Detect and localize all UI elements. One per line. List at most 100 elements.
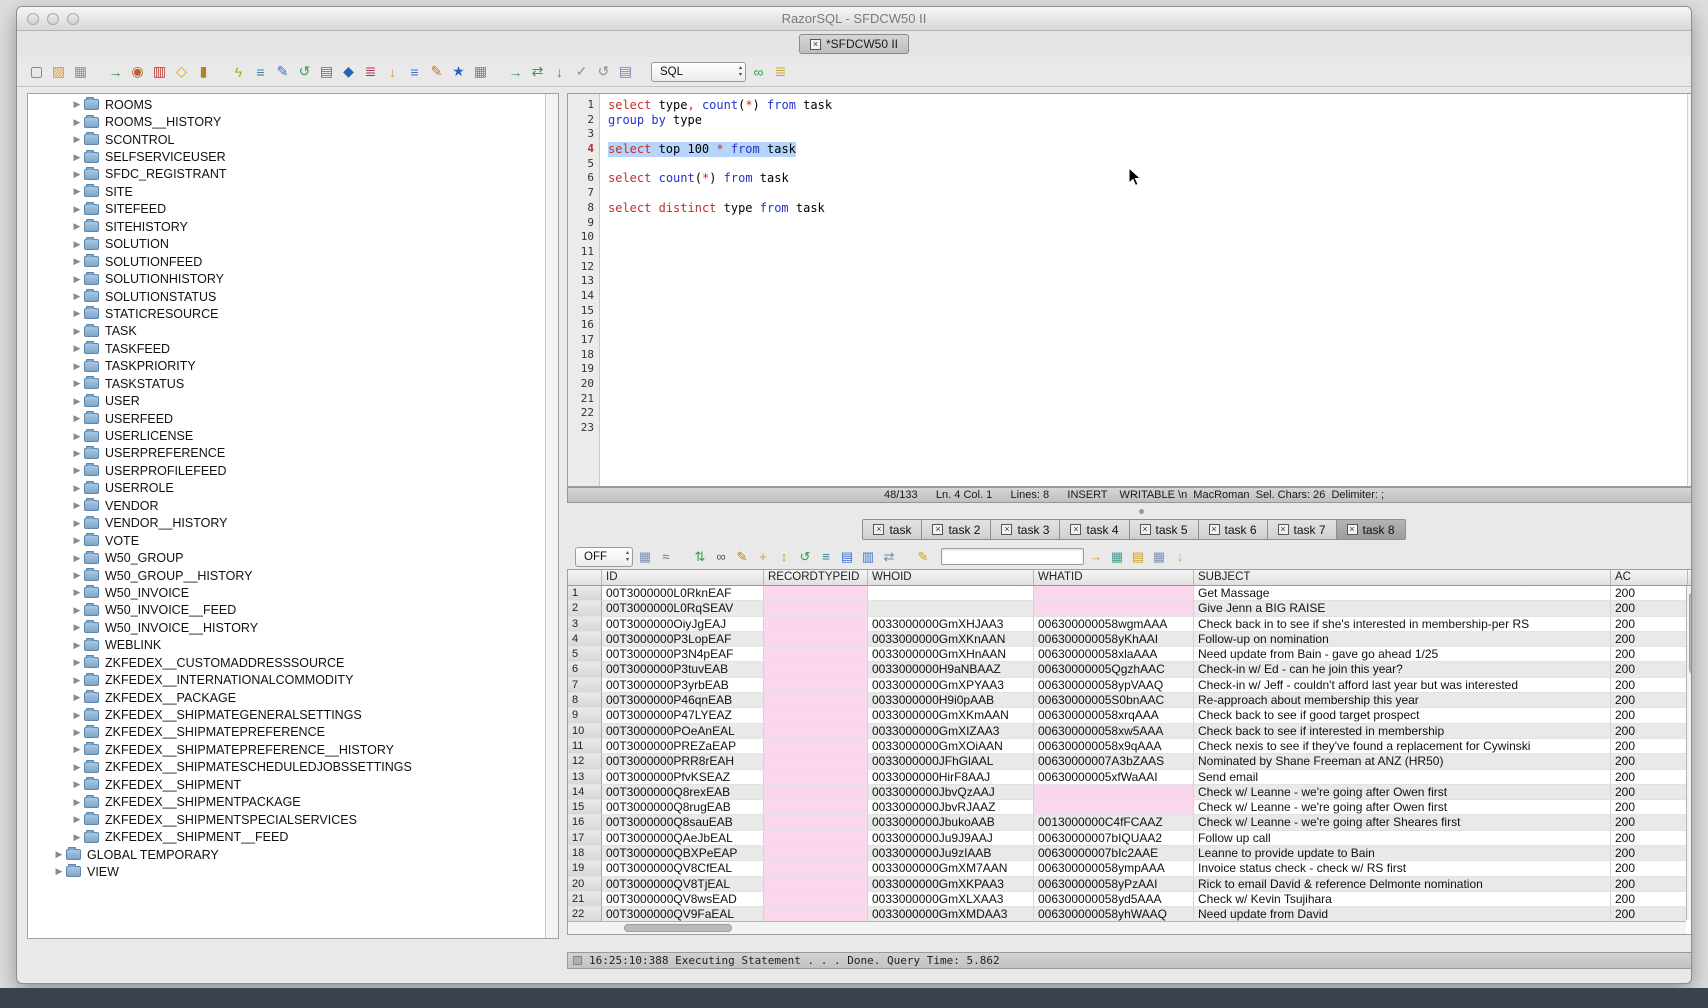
table-cell[interactable]: 200	[1611, 632, 1686, 647]
sidebar-item-w50-invoice-history[interactable]: ▶W50_INVOICE__HISTORY	[28, 619, 544, 636]
disclosure-triangle-icon[interactable]: ▶	[70, 692, 84, 703]
table-cell[interactable]: 00T3000000Q8sauEAB	[602, 815, 764, 830]
disclosure-triangle-icon[interactable]: ▶	[70, 465, 84, 476]
table-cell[interactable]	[764, 586, 868, 601]
table-cell[interactable]: 00630000005S0bnAAC	[1034, 693, 1194, 708]
editor-line-18[interactable]: 18	[568, 348, 1686, 363]
sidebar-item-zkfedex-shipmentspecialservices[interactable]: ▶ZKFEDEX__SHIPMENTSPECIALSERVICES	[28, 811, 544, 828]
table-cell[interactable]: Check w/ Leanne - we're going after Owen…	[1194, 800, 1611, 815]
table-cell[interactable]: 0033000000H9aNBAAZ	[868, 662, 1034, 677]
result-tab-task-8[interactable]: ×task 8	[1337, 519, 1406, 540]
disclosure-triangle-icon[interactable]: ▶	[70, 622, 84, 633]
disclosure-triangle-icon[interactable]: ▶	[70, 744, 84, 755]
table-cell[interactable]	[764, 708, 868, 723]
table-cell[interactable]	[764, 846, 868, 861]
sidebar-item-rooms[interactable]: ▶ROOMS	[28, 96, 544, 113]
table-cell[interactable]: 200	[1611, 601, 1686, 616]
disclosure-triangle-icon[interactable]: ▶	[70, 570, 84, 581]
table-cell[interactable]	[764, 877, 868, 892]
disclosure-triangle-icon[interactable]: ▶	[70, 343, 84, 354]
table-cell[interactable]: 006300000058yKhAAI	[1034, 632, 1194, 647]
editor-line-12[interactable]: 12	[568, 260, 1686, 275]
sidebar-item-solutionstatus[interactable]: ▶SOLUTIONSTATUS	[28, 288, 544, 305]
table-cell[interactable]: 0033000000GmXKmAAN	[868, 708, 1034, 723]
sidebar-item-sitehistory[interactable]: ▶SITEHISTORY	[28, 218, 544, 235]
sidebar-item-rooms-history[interactable]: ▶ROOMS__HISTORY	[28, 113, 544, 130]
row-number-cell[interactable]: 5	[568, 647, 602, 662]
sidebar-item-w50-invoice-feed[interactable]: ▶W50_INVOICE__FEED	[28, 602, 544, 619]
editor-line-6[interactable]: 6select count(*) from task	[568, 171, 1686, 186]
result-tab-task-7[interactable]: ×task 7	[1268, 519, 1337, 540]
grid-vertical-scrollbar[interactable]	[1686, 586, 1692, 920]
table-cell[interactable]: 00T3000000P3yrbEAB	[602, 678, 764, 693]
table-cell[interactable]	[1034, 785, 1194, 800]
table-cell[interactable]: Need update from Bain - gave go ahead 1/…	[1194, 647, 1611, 662]
find-next-icon[interactable]: →	[1087, 548, 1105, 566]
close-result-tab-icon[interactable]: ×	[1140, 524, 1151, 535]
row-number-cell[interactable]: 17	[568, 831, 602, 846]
table-cell[interactable]: 0033000000Ju9zIAAB	[868, 846, 1034, 861]
disclosure-triangle-icon[interactable]: ▶	[70, 553, 84, 564]
disclosure-triangle-icon[interactable]: ▶	[70, 483, 84, 494]
download-icon[interactable]: ↓	[1171, 548, 1189, 566]
table-cell[interactable]: 00T3000000L0RqSEAV	[602, 601, 764, 616]
row-number-cell[interactable]: 22	[568, 907, 602, 921]
row-number-cell[interactable]: 3	[568, 617, 602, 632]
table-cell[interactable]	[764, 678, 868, 693]
disclosure-triangle-icon[interactable]: ▶	[70, 605, 84, 616]
table-cell[interactable]: Follow up call	[1194, 831, 1611, 846]
close-result-tab-icon[interactable]: ×	[1070, 524, 1081, 535]
table-cell[interactable]: 00T3000000L0RknEAF	[602, 586, 764, 601]
table-cell[interactable]: 200	[1611, 647, 1686, 662]
statement-type-dropdown[interactable]: SQL ▴▾	[651, 62, 746, 82]
table-cell[interactable]: 200	[1611, 708, 1686, 723]
save-icon[interactable]: ▦	[71, 62, 90, 81]
table-cell[interactable]: 00T3000000QV8CfEAL	[602, 861, 764, 876]
sidebar-item-vendor[interactable]: ▶VENDOR	[28, 497, 544, 514]
table-cell[interactable]: 200	[1611, 861, 1686, 876]
table-cell[interactable]: 200	[1611, 739, 1686, 754]
disclosure-triangle-icon[interactable]: ▶	[70, 657, 84, 668]
table-cell[interactable]: 200	[1611, 907, 1686, 921]
disclosure-triangle-icon[interactable]: ▶	[70, 291, 84, 302]
sort-rows-icon[interactable]: ↕	[775, 548, 793, 566]
disclosure-triangle-icon[interactable]: ▶	[70, 308, 84, 319]
sidebar-item-solutionhistory[interactable]: ▶SOLUTIONHISTORY	[28, 270, 544, 287]
sidebar-item-w50-invoice[interactable]: ▶W50_INVOICE	[28, 584, 544, 601]
favorites-icon[interactable]: ★	[449, 62, 468, 81]
sidebar-item-zkfedex-package[interactable]: ▶ZKFEDEX__PACKAGE	[28, 689, 544, 706]
row-number-cell[interactable]: 12	[568, 754, 602, 769]
grid-horizontal-scrollbar[interactable]	[568, 921, 1686, 934]
sidebar-item-site[interactable]: ▶SITE	[28, 183, 544, 200]
editor-line-8[interactable]: 8select distinct type from task	[568, 201, 1686, 216]
sidebar-item-scontrol[interactable]: ▶SCONTROL	[28, 131, 544, 148]
table-cell[interactable]: 00630000007bIQUAA2	[1034, 831, 1194, 846]
table-cell[interactable]: 200	[1611, 754, 1686, 769]
table-cell[interactable]: 00630000007A3bZAAS	[1034, 754, 1194, 769]
reload-grid-icon[interactable]: ↺	[796, 548, 814, 566]
disclosure-triangle-icon[interactable]: ▶	[70, 779, 84, 790]
editor-line-3[interactable]: 3	[568, 127, 1686, 142]
table-cell[interactable]: 00T3000000PfvKSEAZ	[602, 770, 764, 785]
table-cell[interactable]	[764, 800, 868, 815]
table-cell[interactable]: 200	[1611, 678, 1686, 693]
disclosure-triangle-icon[interactable]: ▶	[70, 710, 84, 721]
sidebar-item-zkfedex-shipmatepreference[interactable]: ▶ZKFEDEX__SHIPMATEPREFERENCE	[28, 724, 544, 741]
sidebar-item-task[interactable]: ▶TASK	[28, 323, 544, 340]
move-down-icon[interactable]: ↓	[550, 62, 569, 81]
go-next-icon[interactable]: →	[506, 62, 525, 81]
row-number-cell[interactable]: 20	[568, 877, 602, 892]
table-cell[interactable]: 006300000058yd5AAA	[1034, 892, 1194, 907]
sidebar-item-solution[interactable]: ▶SOLUTION	[28, 236, 544, 253]
table-cell[interactable]: 00T3000000P3tuvEAB	[602, 662, 764, 677]
row-number-cell[interactable]: 8	[568, 693, 602, 708]
table-cell[interactable]: Nominated by Shane Freeman at ANZ (HR50)	[1194, 754, 1611, 769]
table-cell[interactable]	[764, 632, 868, 647]
table-cell[interactable]: 0033000000GmXM7AAN	[868, 861, 1034, 876]
table-cell[interactable]: 006300000058yPzAAI	[1034, 877, 1194, 892]
table-cell[interactable]	[764, 617, 868, 632]
column-header-recordtypeid[interactable]: RECORDTYPEID	[764, 570, 868, 585]
disclosure-triangle-icon[interactable]: ▶	[70, 117, 84, 128]
sidebar-item-solutionfeed[interactable]: ▶SOLUTIONFEED	[28, 253, 544, 270]
disclosure-triangle-icon[interactable]: ▶	[52, 849, 66, 860]
